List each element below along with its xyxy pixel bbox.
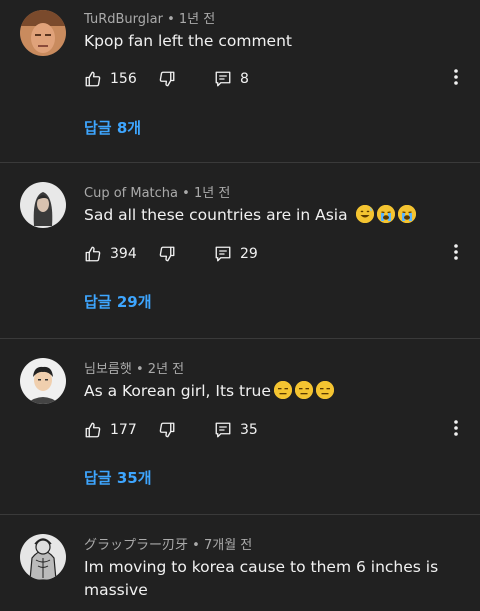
- crying-face-emoji-icon: [397, 205, 416, 223]
- comment-actions: 394 29: [84, 242, 480, 266]
- like-count: 156: [110, 71, 137, 87]
- expressionless-face-emoji-icon: [315, 381, 334, 399]
- reply-button[interactable]: 8: [214, 67, 249, 91]
- comment-text: As a Korean girl, Its true: [84, 380, 440, 403]
- view-replies-link[interactable]: 답글 8개: [84, 117, 141, 138]
- thumbs-up-icon: [84, 70, 102, 88]
- author-name[interactable]: TuRdBurglar: [84, 12, 163, 27]
- avatar[interactable]: [20, 182, 66, 228]
- like-button[interactable]: 394: [84, 242, 137, 266]
- separator: •: [182, 186, 190, 201]
- comment-text: Im moving to korea cause to them 6 inche…: [84, 558, 439, 599]
- comment-item: 님보름햇 • 2년 전 As a Korean girl, Its true 1…: [0, 339, 480, 515]
- more-options-button[interactable]: [446, 242, 466, 266]
- separator: •: [192, 538, 200, 553]
- comment-time: 1년 전: [178, 12, 216, 27]
- expressionless-face-emoji-icon: [294, 381, 313, 399]
- like-count: 394: [110, 246, 137, 262]
- comment-meta: TuRdBurglar • 1년 전: [84, 8, 215, 27]
- reply-count: 29: [240, 246, 258, 262]
- reply-comment-icon: [214, 421, 232, 439]
- view-replies-link[interactable]: 답글 29개: [84, 291, 152, 312]
- reply-count: 8: [240, 71, 249, 87]
- dislike-button[interactable]: [158, 242, 176, 266]
- comment-text: Sad all these countries are in Asia: [84, 204, 440, 227]
- crying-face-emoji-icon: [376, 205, 395, 223]
- reply-button[interactable]: 29: [214, 242, 258, 266]
- reply-button[interactable]: 35: [214, 418, 258, 442]
- thumbs-up-icon: [84, 421, 102, 439]
- comment-time: 7개월 전: [203, 538, 253, 553]
- thumbs-down-icon: [158, 245, 176, 263]
- dislike-button[interactable]: [158, 67, 176, 91]
- avatar[interactable]: [20, 534, 66, 580]
- comment-item: Cup of Matcha • 1년 전 Sad all these count…: [0, 163, 480, 339]
- sweat-smile-emoji-icon: [355, 205, 374, 223]
- view-replies-link[interactable]: 답글 35개: [84, 467, 152, 488]
- comment-meta: Cup of Matcha • 1년 전: [84, 182, 230, 201]
- reply-comment-icon: [214, 245, 232, 263]
- thumbs-down-icon: [158, 70, 176, 88]
- like-button[interactable]: 177: [84, 418, 137, 442]
- vertical-dots-icon: [454, 244, 458, 264]
- author-name[interactable]: Cup of Matcha: [84, 186, 178, 201]
- thumbs-down-icon: [158, 421, 176, 439]
- comment-actions: 156 8: [84, 67, 480, 91]
- comment-item: TuRdBurglar • 1년 전 Kpop fan left the com…: [0, 0, 480, 163]
- expressionless-face-emoji-icon: [273, 381, 292, 399]
- separator: •: [135, 362, 144, 377]
- comment-actions: 177 35: [84, 418, 480, 442]
- reply-comment-icon: [214, 70, 232, 88]
- like-count: 177: [110, 422, 137, 438]
- avatar[interactable]: [20, 358, 66, 404]
- comment-meta: 님보름햇 • 2년 전: [84, 358, 184, 377]
- reply-count: 35: [240, 422, 258, 438]
- more-options-button[interactable]: [446, 418, 466, 442]
- comment-time: 1년 전: [193, 186, 231, 201]
- author-name[interactable]: 님보름햇: [84, 362, 132, 377]
- avatar[interactable]: [20, 10, 66, 56]
- thumbs-up-icon: [84, 245, 102, 263]
- comment-time: 2년 전: [147, 362, 185, 377]
- comment-text: Kpop fan left the comment: [84, 32, 292, 50]
- vertical-dots-icon: [454, 69, 458, 89]
- more-options-button[interactable]: [446, 67, 466, 91]
- comment-meta: グラップラー刃牙 • 7개월 전: [84, 534, 252, 553]
- comment-item: グラップラー刃牙 • 7개월 전 Im moving to korea caus…: [0, 515, 480, 611]
- separator: •: [167, 12, 175, 27]
- vertical-dots-icon: [454, 420, 458, 440]
- like-button[interactable]: 156: [84, 67, 137, 91]
- author-name[interactable]: グラップラー刃牙: [84, 538, 188, 553]
- dislike-button[interactable]: [158, 418, 176, 442]
